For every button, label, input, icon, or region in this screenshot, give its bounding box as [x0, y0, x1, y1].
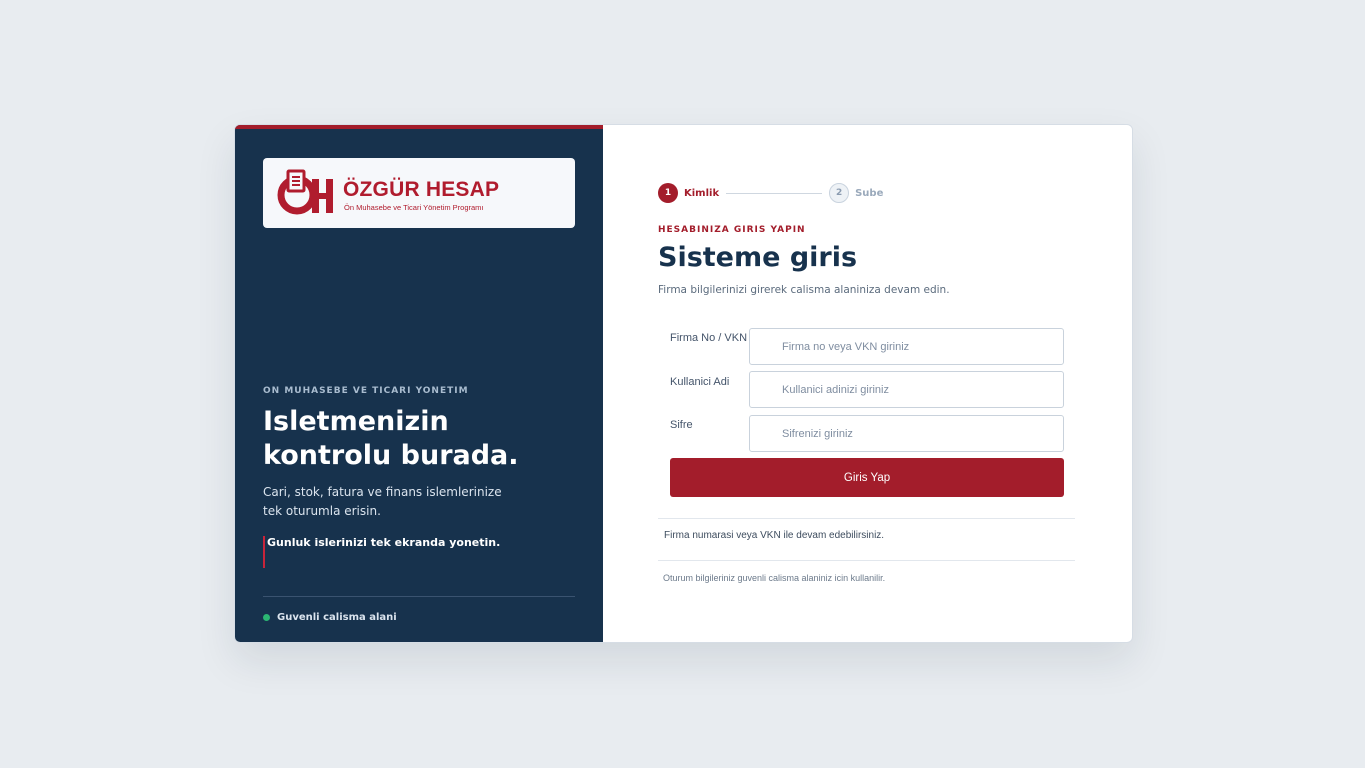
step-indicator: 1 Kimlik 2 Sube [658, 183, 883, 203]
step-number: 1 [658, 183, 678, 203]
step-sube: 2 Sube [829, 183, 883, 203]
username-label: Kullanici Adi [670, 376, 730, 388]
divider [658, 518, 1075, 519]
brand-panel: ÖZGÜR HESAP Ön Muhasebe ve Ticari Yöneti… [235, 125, 603, 642]
page-title: Sisteme giris [658, 242, 858, 273]
divider [263, 596, 575, 597]
page-subtitle: Firma bilgilerinizi girerek calisma alan… [658, 284, 950, 296]
login-card: ÖZGÜR HESAP Ön Muhasebe ve Ticari Yöneti… [234, 124, 1133, 643]
security-note: Oturum bilgileriniz guvenli calisma alan… [663, 573, 886, 583]
hero-headline: Isletmenizin kontrolu burada. [263, 406, 519, 471]
firma-no-input[interactable] [749, 328, 1064, 365]
step-connector [726, 192, 823, 194]
secure-status-label: Guvenli calisma alani [277, 612, 397, 623]
brand-tagline: Ön Muhasebe ve Ticari Yönetim Programı [344, 203, 484, 212]
hero-description: Cari, stok, fatura ve finans islemlerini… [263, 485, 502, 518]
login-button[interactable]: Giris Yap [670, 458, 1064, 497]
oh-document-logo-icon [277, 169, 333, 215]
step-label: Kimlik [684, 187, 720, 199]
step-kimlik: 1 Kimlik [658, 183, 719, 203]
username-input[interactable] [749, 371, 1064, 408]
secure-status: Guvenli calisma alani [263, 612, 397, 623]
highlight-quote: Gunluk islerinizi tek ekranda yonetin. [263, 536, 500, 568]
step-label: Sube [855, 187, 884, 199]
help-note: Firma numarasi veya VKN ile devam edebil… [664, 530, 885, 541]
password-label: Sifre [670, 419, 693, 431]
step-number: 2 [829, 183, 850, 203]
brand-eyebrow: ON MUHASEBE VE TICARI YONETIM [263, 386, 469, 396]
firma-no-label: Firma No / VKN [670, 332, 748, 344]
form-eyebrow: HESABINIZA GIRIS YAPIN [658, 225, 806, 235]
brand-name: ÖZGÜR HESAP [343, 178, 500, 201]
login-panel: 1 Kimlik 2 Sube HESABINIZA GIRIS YAPIN S… [603, 125, 1132, 642]
password-input[interactable] [749, 415, 1064, 452]
logo-box: ÖZGÜR HESAP Ön Muhasebe ve Ticari Yöneti… [263, 158, 575, 228]
status-dot-icon [263, 614, 270, 621]
divider [658, 560, 1075, 561]
